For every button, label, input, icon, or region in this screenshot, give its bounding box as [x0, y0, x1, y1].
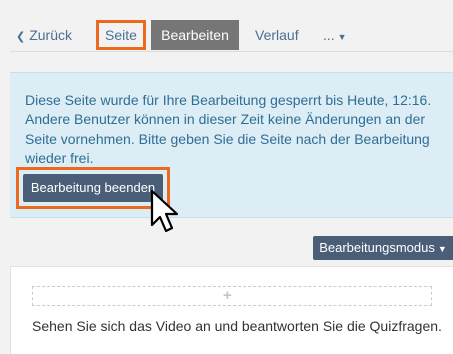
plus-icon: +: [223, 287, 232, 304]
tab-page-label: Seite: [105, 27, 137, 43]
tab-edit-label: Bearbeiten: [161, 27, 229, 43]
back-link[interactable]: ❮ Zurück: [16, 20, 72, 50]
tab-more-menu[interactable]: ... ▼: [323, 20, 347, 50]
back-label: Zurück: [29, 27, 73, 43]
page-content: + Sehen Sie sich das Video an und beantw…: [10, 266, 453, 354]
end-edit-highlight: Bearbeitung beenden: [16, 167, 170, 209]
add-block-zone[interactable]: +: [32, 286, 432, 306]
tab-more-label: ...: [323, 27, 335, 43]
tab-bar: ❮ Zurück Seite Bearbeiten Verlauf ... ▼: [10, 20, 453, 50]
lock-notice-text: Diese Seite wurde für Ihre Bearbeitung g…: [25, 92, 432, 166]
tab-divider: [10, 51, 453, 52]
tab-history[interactable]: Verlauf: [255, 20, 299, 50]
end-edit-button[interactable]: Bearbeitung beenden: [23, 174, 163, 202]
mouse-pointer-icon: [150, 189, 179, 233]
edit-mode-dropdown[interactable]: Bearbeitungsmodus ▼: [313, 236, 453, 260]
edit-mode-label: Bearbeitungsmodus: [319, 240, 435, 255]
tab-page[interactable]: Seite: [96, 20, 146, 50]
caret-down-icon: ▼: [337, 32, 347, 42]
tab-edit[interactable]: Bearbeiten: [151, 20, 239, 50]
chevron-left-icon: ❮: [16, 31, 26, 43]
content-paragraph: Sehen Sie sich das Video an und beantwor…: [32, 318, 442, 334]
caret-down-icon: ▼: [437, 244, 447, 254]
tab-history-label: Verlauf: [255, 27, 299, 43]
